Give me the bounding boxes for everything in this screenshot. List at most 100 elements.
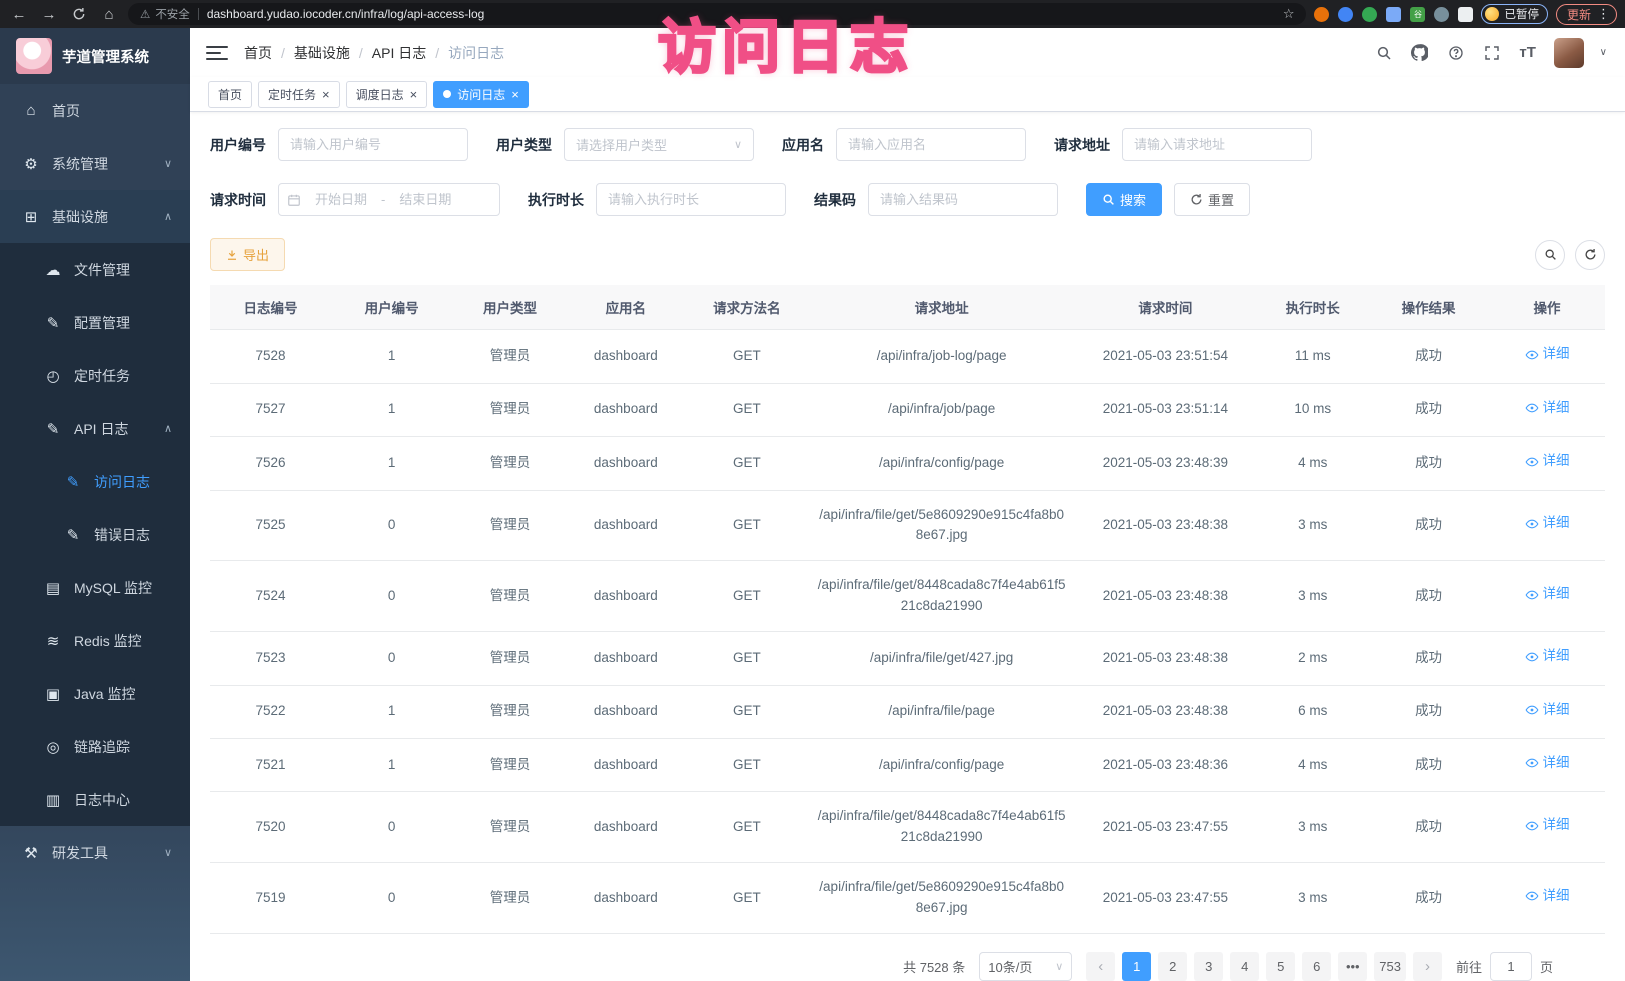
search-button[interactable]: 搜索	[1086, 183, 1162, 216]
page-button-1[interactable]: 1	[1122, 952, 1151, 981]
end-date-input[interactable]	[389, 192, 461, 207]
fullscreen-icon[interactable]	[1482, 43, 1502, 63]
forward-icon[interactable]: →	[38, 3, 60, 25]
tab-访问日志[interactable]: 访问日志×	[433, 81, 529, 108]
sidebar-item-系统管理[interactable]: ⚙系统管理∨	[0, 137, 190, 190]
extension-green-check-icon[interactable]	[1362, 7, 1377, 22]
breadcrumb-item[interactable]: 基础设施	[294, 43, 350, 63]
extension-shield-icon[interactable]	[1338, 7, 1353, 22]
sidebar-item-研发工具[interactable]: ⚒研发工具∨	[0, 826, 190, 879]
page-button-3[interactable]: 3	[1194, 952, 1223, 981]
font-size-icon[interactable]: ᴛT	[1518, 43, 1538, 63]
home-nav-icon[interactable]: ⌂	[98, 3, 120, 25]
sidebar-item-错误日志[interactable]: ✎错误日志	[0, 508, 190, 561]
export-button[interactable]: 导出	[210, 238, 285, 271]
more-pages-button[interactable]: •••	[1338, 952, 1367, 981]
back-icon[interactable]: ←	[8, 3, 30, 25]
user-type-select[interactable]: 请选择用户类型 ∨	[564, 128, 754, 161]
chevron-up-icon: ∧	[164, 210, 172, 223]
search-icon[interactable]	[1374, 43, 1394, 63]
user-type-cell: 管理员	[452, 330, 568, 383]
sidebar-item-基础设施[interactable]: ⊞基础设施∧	[0, 190, 190, 243]
bookmark-star-icon[interactable]: ☆	[1283, 6, 1295, 22]
sidebar-item-首页[interactable]: ⌂首页	[0, 84, 190, 137]
page-button-6[interactable]: 6	[1302, 952, 1331, 981]
not-secure-warning[interactable]: ⚠不安全	[140, 6, 190, 22]
tab-首页[interactable]: 首页	[208, 81, 252, 108]
detail-label: 详细	[1543, 753, 1570, 774]
sidebar-item-配置管理[interactable]: ✎配置管理	[0, 296, 190, 349]
goto-suffix: 页	[1540, 957, 1553, 976]
profile-chip[interactable]: 已暂停	[1481, 4, 1548, 24]
action-cell: 详细	[1489, 330, 1605, 383]
extension-puzzle-icon[interactable]	[1458, 7, 1473, 22]
avatar-caret-icon[interactable]: ∨	[1600, 47, 1607, 58]
result-code-input[interactable]	[868, 183, 1058, 216]
duration-input[interactable]	[596, 183, 786, 216]
breadcrumb-item[interactable]: API 日志	[372, 43, 426, 63]
goto-page-input[interactable]	[1490, 952, 1532, 981]
sidebar-item-Redis 监控[interactable]: ≋Redis 监控	[0, 614, 190, 667]
breadcrumb-item[interactable]: 首页	[244, 43, 272, 63]
column-header: 操作结果	[1368, 285, 1489, 330]
detail-link[interactable]: 详细	[1525, 513, 1570, 534]
detail-link[interactable]: 详细	[1525, 886, 1570, 907]
sidebar-item-定时任务[interactable]: ◴定时任务	[0, 349, 190, 402]
page-button-753[interactable]: 753	[1374, 952, 1406, 981]
sidebar-item-Java 监控[interactable]: ▣Java 监控	[0, 667, 190, 720]
refresh-table-button[interactable]	[1575, 240, 1605, 270]
request-time-range-picker[interactable]: -	[278, 183, 500, 216]
sidebar-item-链路追踪[interactable]: ◎链路追踪	[0, 720, 190, 773]
table-row: 75281管理员dashboardGET/api/infra/job-log/p…	[210, 330, 1605, 383]
chevron-down-icon: ∨	[1055, 960, 1063, 973]
tab-调度日志[interactable]: 调度日志×	[346, 81, 428, 108]
close-icon[interactable]: ×	[410, 88, 418, 101]
app-name-input[interactable]	[836, 128, 1026, 161]
api-log-icon: ✎	[44, 420, 62, 438]
duration-cell: 3 ms	[1257, 863, 1368, 934]
detail-link[interactable]: 详细	[1525, 700, 1570, 721]
detail-link[interactable]: 详细	[1525, 815, 1570, 836]
detail-link[interactable]: 详细	[1525, 344, 1570, 365]
sidebar-item-文件管理[interactable]: ☁文件管理	[0, 243, 190, 296]
request-time-cell: 2021-05-03 23:48:38	[1073, 490, 1257, 561]
extension-orange-icon[interactable]	[1314, 7, 1329, 22]
reset-button[interactable]: 重置	[1174, 183, 1250, 216]
detail-link[interactable]: 详细	[1525, 753, 1570, 774]
detail-link[interactable]: 详细	[1525, 646, 1570, 667]
next-page-button[interactable]: ›	[1413, 952, 1442, 981]
browser-update-button[interactable]: 更新 ⋮	[1556, 4, 1617, 25]
extension-gu-badge-icon[interactable]: 谷	[1410, 7, 1425, 22]
detail-link[interactable]: 详细	[1525, 451, 1570, 472]
sidebar-item-MySQL 监控[interactable]: ▤MySQL 监控	[0, 561, 190, 614]
tab-定时任务[interactable]: 定时任务×	[258, 81, 340, 108]
page-button-2[interactable]: 2	[1158, 952, 1187, 981]
page-button-5[interactable]: 5	[1266, 952, 1295, 981]
page-size-select[interactable]: 10条/页 ∨	[979, 952, 1072, 981]
hamburger-icon[interactable]	[206, 46, 228, 60]
user-avatar[interactable]	[1554, 38, 1584, 68]
toggle-search-button[interactable]	[1535, 240, 1565, 270]
sidebar-item-访问日志[interactable]: ✎访问日志	[0, 455, 190, 508]
start-date-input[interactable]	[305, 192, 377, 207]
close-icon[interactable]: ×	[511, 88, 519, 101]
user-id-input[interactable]	[278, 128, 468, 161]
extension-gray-icon[interactable]	[1434, 7, 1449, 22]
page-button-4[interactable]: 4	[1230, 952, 1259, 981]
detail-link[interactable]: 详细	[1525, 584, 1570, 605]
reload-icon[interactable]	[68, 3, 90, 25]
duration-cell: 11 ms	[1257, 330, 1368, 383]
sidebar-item-API 日志[interactable]: ✎API 日志∧	[0, 402, 190, 455]
github-icon[interactable]	[1410, 43, 1430, 63]
column-header: 日志编号	[210, 285, 331, 330]
detail-link[interactable]: 详细	[1525, 398, 1570, 419]
address-bar[interactable]: ⚠不安全 dashboard.yudao.iocoder.cn/infra/lo…	[128, 3, 1306, 25]
close-icon[interactable]: ×	[322, 88, 330, 101]
help-icon[interactable]	[1446, 43, 1466, 63]
request-url-input[interactable]	[1122, 128, 1312, 161]
extension-blue-puzzle-icon[interactable]	[1386, 7, 1401, 22]
prev-page-button[interactable]: ‹	[1086, 952, 1115, 981]
sidebar-item-日志中心[interactable]: ▥日志中心	[0, 773, 190, 826]
browser-menu-icon[interactable]: ⋮	[1597, 6, 1610, 22]
app-logo[interactable]: 芋道管理系统	[0, 28, 190, 84]
